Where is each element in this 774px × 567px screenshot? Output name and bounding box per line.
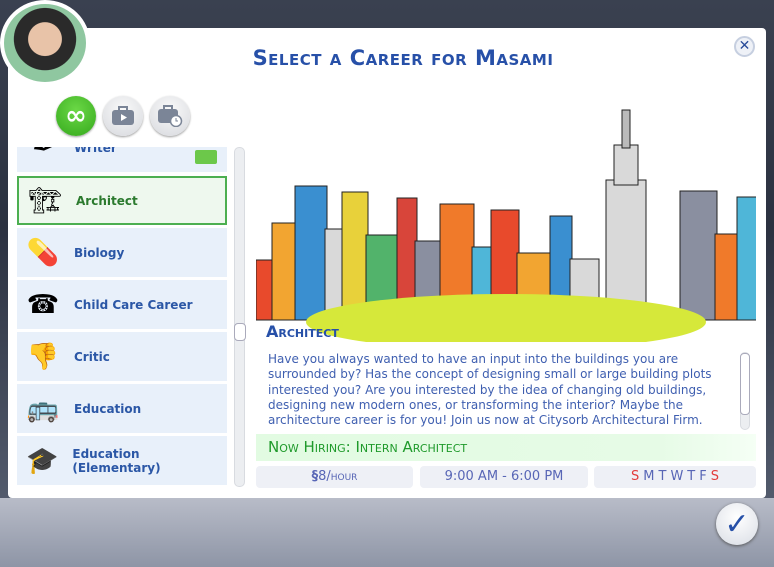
career-item-child-care-career[interactable]: ☎ Child Care Career [17, 280, 227, 329]
career-list: ✒ Writer 🏗 Architect 💊 Biology ☎ Child Care Car… [17, 147, 227, 487]
day-6: S [710, 469, 719, 484]
scrollbar-thumb[interactable] [740, 353, 750, 415]
building [736, 196, 756, 321]
graduation-cap-icon: 🎓 [26, 445, 59, 476]
empire-state-building [605, 179, 647, 311]
briefcase-clock-icon [158, 105, 183, 127]
description-scrollbar[interactable] [740, 352, 750, 430]
building [679, 190, 718, 321]
quill-icon: ✒ [32, 147, 54, 163]
career-item-education-elementary[interactable]: 🎓 Education (Elementary) [17, 436, 227, 485]
confirm-button[interactable]: ✓ [716, 503, 758, 545]
career-label: Biology [74, 245, 125, 260]
background [0, 498, 774, 567]
day-4: T [687, 469, 696, 484]
building [714, 233, 740, 321]
tab-full-time[interactable] [103, 96, 143, 136]
building-crane-icon: 🏗 [28, 185, 62, 216]
close-button[interactable]: ✕ [734, 36, 755, 57]
city-skyline-illustration [256, 109, 756, 342]
empire-state-building-top [613, 144, 639, 186]
pay-rate: §8/hour [256, 466, 413, 488]
tab-part-time[interactable] [150, 96, 190, 136]
telephone-bottle-icon: ☎ [26, 289, 60, 320]
day-1: M [643, 469, 655, 484]
day-3: W [670, 469, 684, 484]
scrollbar-thumb[interactable] [234, 323, 246, 341]
school-bus-icon: 🚌 [26, 393, 60, 424]
capsule-icon: 💊 [26, 237, 60, 268]
building [341, 191, 369, 321]
career-list-scrollbar[interactable] [234, 147, 246, 487]
career-title: Architect [266, 322, 339, 341]
empire-state-spire [621, 109, 631, 149]
career-item-architect[interactable]: 🏗 Architect [17, 176, 227, 225]
infinity-icon: ∞ [65, 101, 87, 131]
career-label: Child Care Career [74, 297, 193, 312]
work-hours: 9:00 AM - 6:00 PM [420, 466, 588, 488]
career-label: Architect [76, 193, 138, 208]
dialog-title: Select a Career for Masami [252, 46, 554, 70]
now-hiring-banner: Now Hiring: Intern Architect [256, 434, 756, 461]
career-item-biology[interactable]: 💊 Biology [17, 228, 227, 277]
thumbs-down-icon: 👎 [26, 341, 60, 372]
career-label: Education [74, 401, 142, 416]
day-0: S [631, 469, 640, 484]
day-5: F [699, 469, 707, 484]
play-badge-icon [195, 150, 217, 164]
career-item-critic[interactable]: 👎 Critic [17, 332, 227, 381]
building [256, 259, 275, 321]
checkmark-icon: ✓ [724, 506, 750, 542]
day-2: T [658, 469, 667, 484]
tab-all-careers[interactable]: ∞ [56, 96, 96, 136]
briefcase-play-icon [112, 106, 134, 125]
career-label: Education (Elementary) [72, 446, 161, 475]
career-description: Have you always wanted to have an input … [268, 352, 712, 428]
career-label: Critic [74, 349, 110, 364]
career-label: Writer [74, 147, 117, 155]
building [294, 185, 328, 321]
work-days: SMTWTFS [594, 466, 756, 488]
career-item-education[interactable]: 🚌 Education [17, 384, 227, 433]
building [271, 222, 298, 321]
sim-avatar [0, 0, 90, 86]
career-item-writer[interactable]: ✒ Writer [17, 147, 227, 172]
